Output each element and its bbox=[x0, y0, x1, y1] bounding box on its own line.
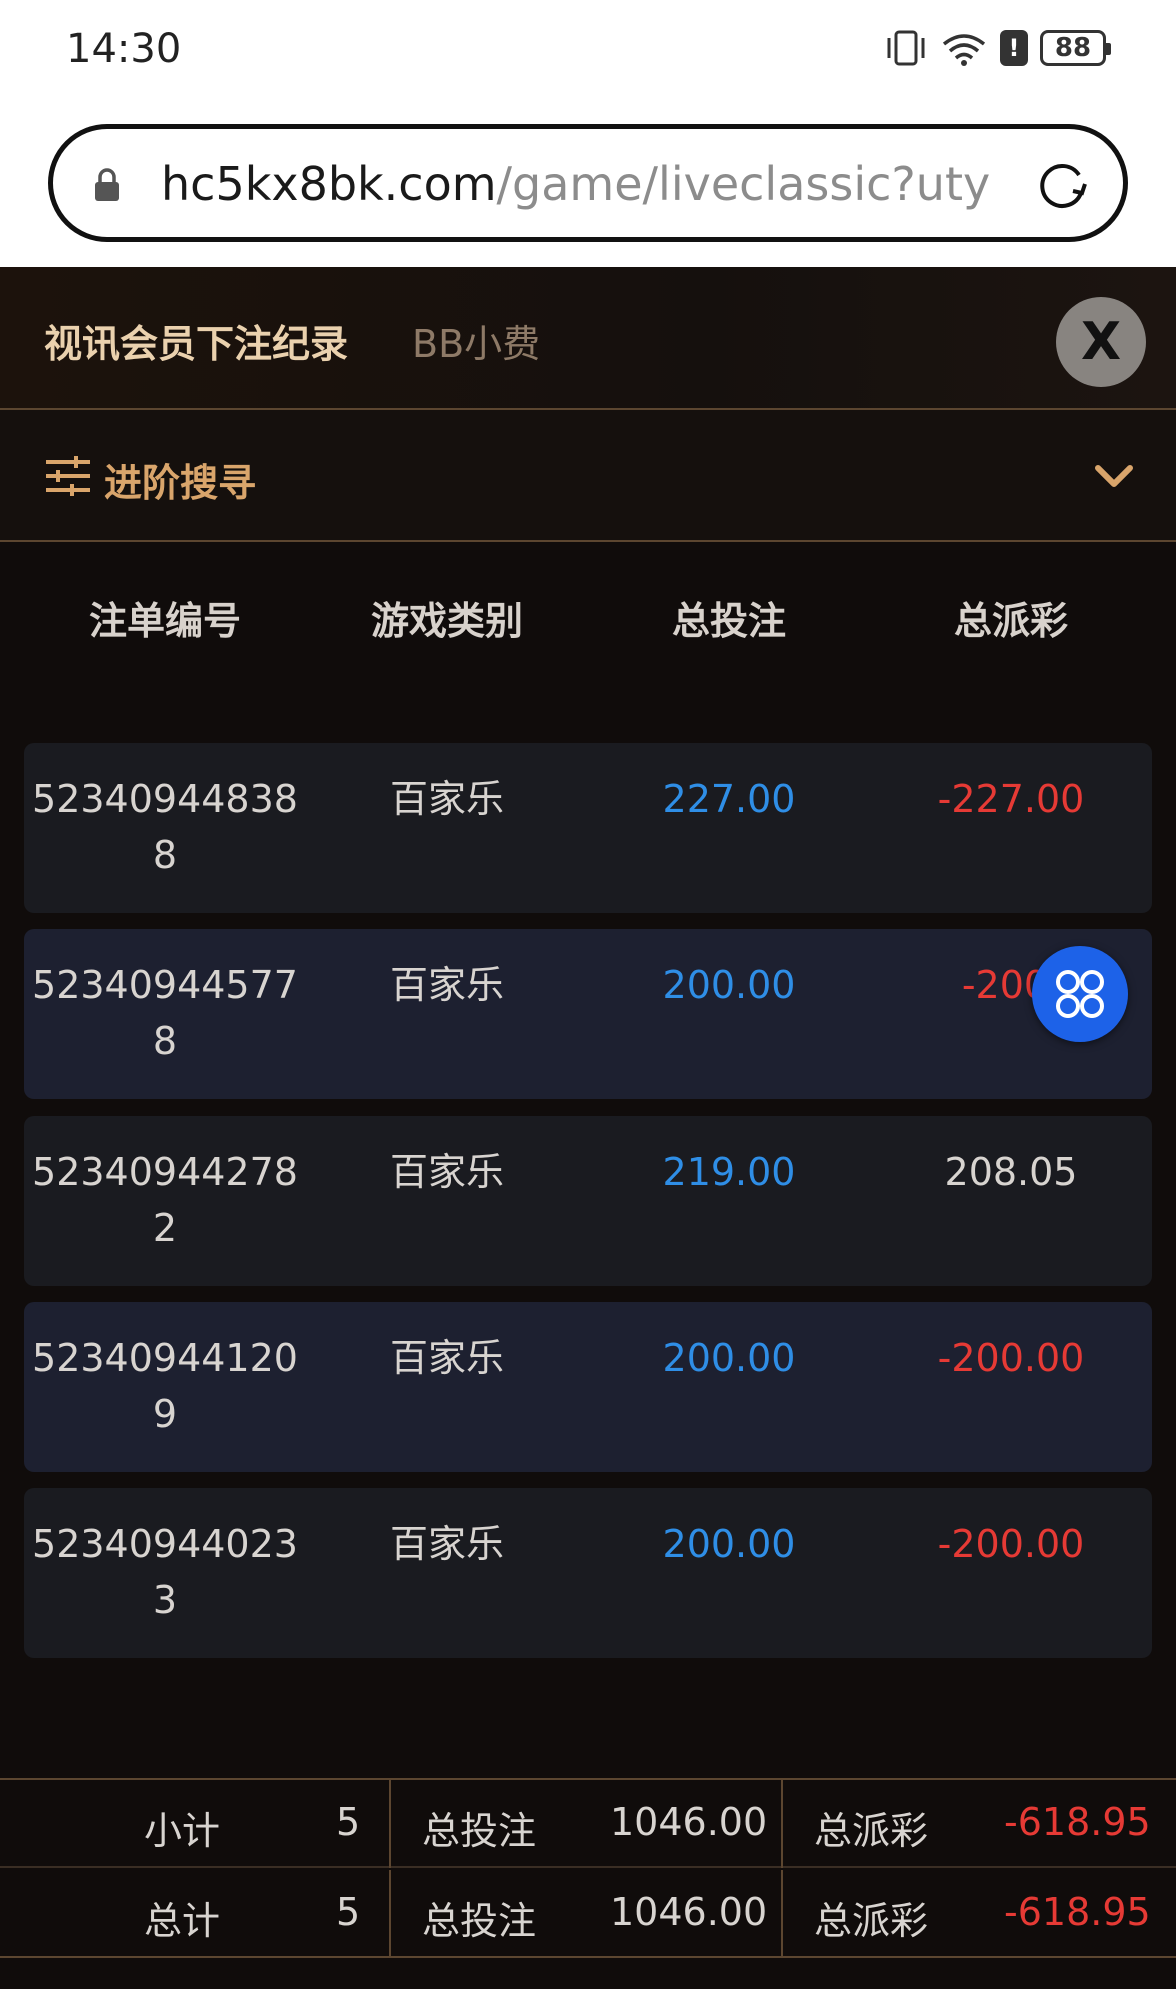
divider bbox=[389, 1870, 391, 1958]
advanced-search-label: 进阶搜寻 bbox=[104, 461, 257, 505]
bet-id-line1: 52340944577 bbox=[32, 963, 298, 1007]
apps-grid-icon bbox=[1056, 970, 1104, 1018]
total-bet-cell: 227.00 bbox=[662, 777, 796, 821]
bet-id-line1: 52340944838 bbox=[32, 777, 298, 821]
bet-id-cell: 52340944838 8 bbox=[24, 771, 306, 883]
table-row[interactable]: 52340944577 8 百家乐 200.00 -200. bbox=[24, 929, 1152, 1099]
status-bar: 14:30 ! 88 bbox=[0, 0, 1176, 100]
table-header: 注单编号 游戏类别 总投注 总派彩 bbox=[0, 590, 1176, 660]
bet-id-cell: 52340944577 8 bbox=[24, 957, 306, 1069]
total-label: 总计 bbox=[144, 1899, 221, 1943]
subtotal-label: 小计 bbox=[144, 1809, 221, 1853]
total-bet-label: 总投注 bbox=[422, 1899, 537, 1943]
column-header-bet-id: 注单编号 bbox=[88, 599, 241, 643]
status-time: 14:30 bbox=[66, 26, 182, 72]
table-row[interactable]: 52340944120 9 百家乐 200.00 -200.00 bbox=[24, 1302, 1152, 1472]
battery-alert-icon: ! bbox=[1000, 30, 1028, 66]
column-header-game-type: 游戏类别 bbox=[370, 599, 523, 643]
wifi-icon bbox=[942, 34, 986, 66]
total-bet-cell: 200.00 bbox=[662, 963, 796, 1007]
total-bet-cell: 200.00 bbox=[662, 1522, 796, 1566]
battery-indicator: 88 bbox=[1040, 30, 1111, 66]
tab-bet-records[interactable]: 视讯会员下注纪录 bbox=[44, 313, 348, 368]
bet-id-cell: 52340944023 3 bbox=[24, 1516, 306, 1628]
divider bbox=[781, 1870, 783, 1958]
column-header-total-bet: 总投注 bbox=[671, 599, 786, 643]
subtotal-row: 小计 5 总投注 1046.00 总派彩 -618.95 bbox=[0, 1780, 1176, 1868]
game-type-cell: 百家乐 bbox=[389, 777, 504, 821]
close-button[interactable]: X bbox=[1056, 297, 1146, 387]
subtotal-bet-value: 1046.00 bbox=[610, 1800, 768, 1844]
game-type-cell: 百家乐 bbox=[389, 963, 504, 1007]
chevron-down-icon bbox=[1095, 465, 1133, 487]
total-payout-value: -618.95 bbox=[1004, 1890, 1151, 1934]
vibrate-icon bbox=[887, 30, 925, 66]
bet-id-line1: 52340944023 bbox=[32, 1522, 298, 1566]
total-payout-cell: -200.00 bbox=[937, 1336, 1085, 1380]
total-bet-value: 1046.00 bbox=[610, 1890, 768, 1934]
advanced-search-toggle[interactable]: 进阶搜寻 bbox=[0, 410, 1176, 542]
total-payout-label: 总派彩 bbox=[814, 1899, 929, 1943]
bet-id-cell: 52340944120 9 bbox=[24, 1330, 306, 1442]
status-icons: ! 88 bbox=[884, 28, 1111, 68]
bet-id-line2: 8 bbox=[152, 833, 178, 877]
divider bbox=[781, 1780, 783, 1868]
total-count: 5 bbox=[336, 1890, 361, 1934]
column-header-total-payout: 总派彩 bbox=[953, 599, 1068, 643]
subtotal-payout-label: 总派彩 bbox=[814, 1809, 929, 1853]
filter-sliders-icon bbox=[46, 456, 90, 496]
bet-id-line2: 8 bbox=[152, 1019, 178, 1063]
url-path: /game/liveclassic?utype bbox=[496, 157, 991, 211]
game-type-cell: 百家乐 bbox=[389, 1150, 504, 1194]
total-bet-cell: 200.00 bbox=[662, 1336, 796, 1380]
tab-bb-tips[interactable]: BB小费 bbox=[412, 313, 540, 368]
url-text[interactable]: hc5kx8bk.com/game/liveclassic?utype bbox=[161, 157, 991, 211]
bet-id-line2: 2 bbox=[152, 1206, 178, 1250]
address-bar[interactable]: hc5kx8bk.com/game/liveclassic?utype bbox=[48, 124, 1128, 242]
bet-id-line1: 52340944278 bbox=[32, 1150, 298, 1194]
subtotal-count: 5 bbox=[336, 1800, 361, 1844]
table-row[interactable]: 52340944023 3 百家乐 200.00 -200.00 bbox=[24, 1488, 1152, 1658]
bet-id-line2: 3 bbox=[152, 1578, 178, 1622]
total-payout-cell: -200.00 bbox=[937, 1522, 1085, 1566]
subtotal-payout-value: -618.95 bbox=[1004, 1800, 1151, 1844]
reload-icon[interactable] bbox=[1033, 155, 1093, 215]
game-type-cell: 百家乐 bbox=[389, 1336, 504, 1380]
bet-id-line1: 52340944120 bbox=[32, 1336, 298, 1380]
bet-id-line2: 9 bbox=[152, 1392, 178, 1436]
browser-toolbar: hc5kx8bk.com/game/liveclassic?utype bbox=[0, 100, 1176, 267]
lock-icon bbox=[95, 168, 119, 201]
url-domain: hc5kx8bk.com bbox=[161, 157, 497, 211]
total-bet-cell: 219.00 bbox=[662, 1150, 796, 1194]
summary-table: 小计 5 总投注 1046.00 总派彩 -618.95 总计 5 总投注 10… bbox=[0, 1778, 1176, 1958]
game-type-cell: 百家乐 bbox=[389, 1522, 504, 1566]
bet-id-cell: 52340944278 2 bbox=[24, 1144, 306, 1256]
total-row: 总计 5 总投注 1046.00 总派彩 -618.95 bbox=[0, 1870, 1176, 1958]
total-payout-cell: -227.00 bbox=[937, 777, 1085, 821]
modal-header: 视讯会员下注纪录 BB小费 X bbox=[0, 267, 1176, 410]
total-payout-cell: 208.05 bbox=[944, 1150, 1078, 1194]
divider bbox=[389, 1780, 391, 1868]
subtotal-bet-label: 总投注 bbox=[422, 1809, 537, 1853]
table-row[interactable]: 52340944838 8 百家乐 227.00 -227.00 bbox=[24, 743, 1152, 913]
floating-menu-button[interactable] bbox=[1032, 946, 1128, 1042]
table-row[interactable]: 52340944278 2 百家乐 219.00 208.05 bbox=[24, 1116, 1152, 1286]
